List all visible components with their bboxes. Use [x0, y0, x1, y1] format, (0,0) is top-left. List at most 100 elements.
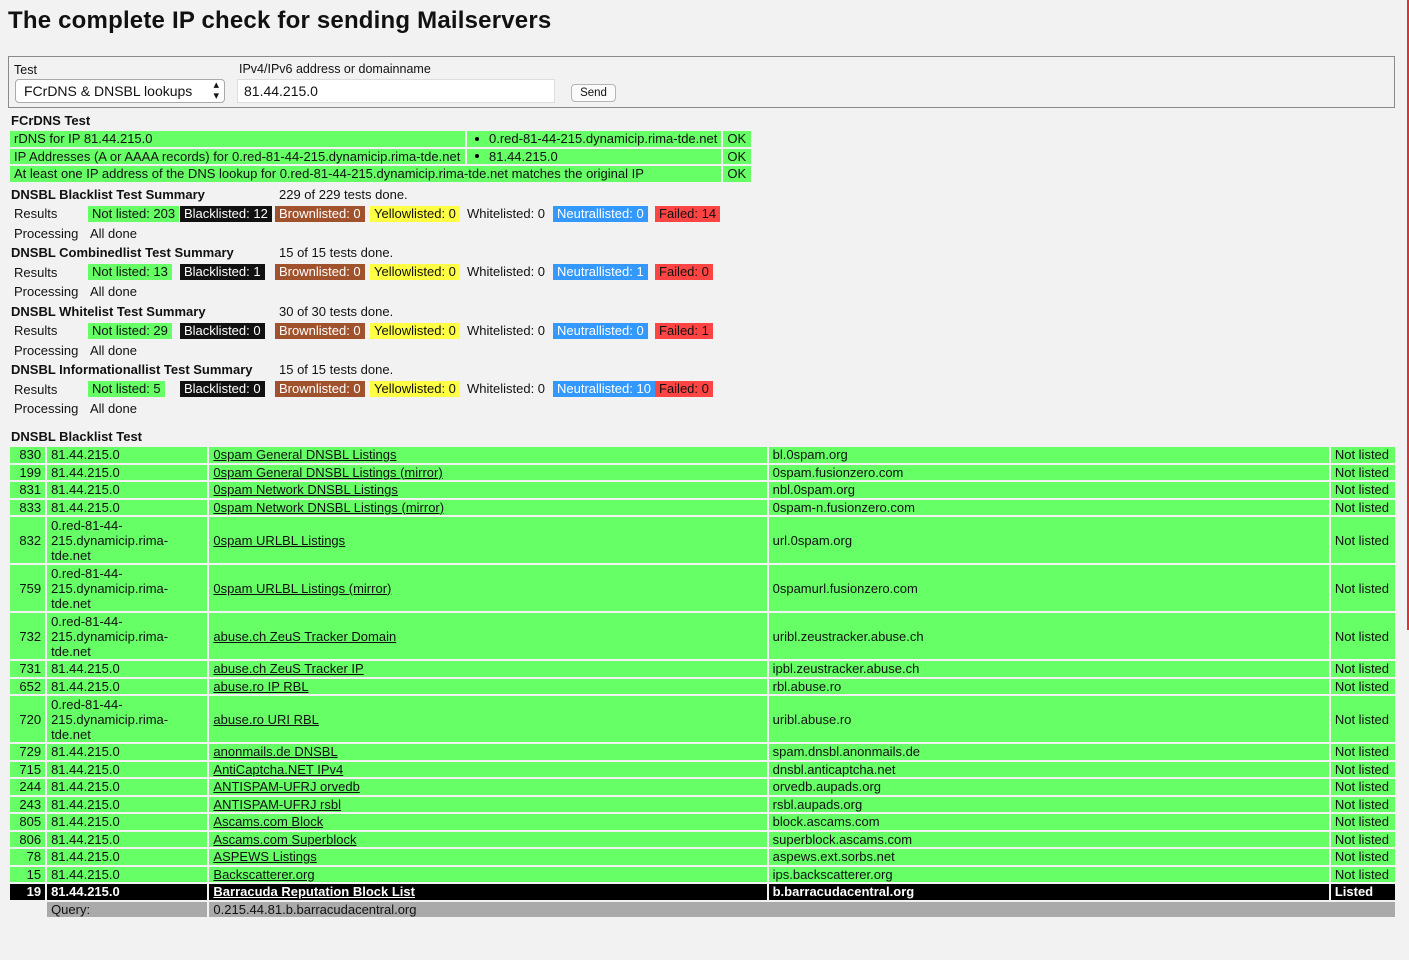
listing-status: Not listed: [1330, 499, 1395, 515]
test-id: 731: [10, 661, 46, 677]
test-id: 78: [10, 849, 46, 865]
queried-host: 81.44.215.0: [47, 482, 208, 498]
queried-host: 81.44.215.0: [47, 814, 208, 830]
listing-status: Not listed: [1330, 678, 1395, 694]
blacklist-link[interactable]: ANTISPAM-UFRJ orvedb: [213, 779, 359, 794]
test-id: 19: [10, 884, 46, 900]
test-id: 833: [10, 499, 46, 515]
blacklist-link-cell: ASPEWS Listings: [209, 849, 767, 865]
test-id: 720: [10, 696, 46, 742]
blacklist-zone: ips.backscatterer.org: [768, 866, 1329, 882]
blacklist-link[interactable]: Ascams.com Block: [213, 814, 323, 829]
blacklist-link[interactable]: abuse.ro URI RBL: [213, 712, 319, 727]
neutrallisted-badge: Neutrallisted: 1: [553, 264, 648, 280]
table-row: 19 81.44.215.0 Barracuda Reputation Block …: [10, 884, 1395, 900]
processing-value: All done: [90, 401, 137, 416]
blacklist-zone: orvedb.aupads.org: [768, 779, 1329, 795]
summary-processing: Processing All done: [8, 399, 753, 419]
test-id: 830: [10, 447, 46, 463]
blacklist-link[interactable]: 0spam URLBL Listings (mirror): [213, 581, 391, 596]
blacklist-link-cell: Ascams.com Superblock: [209, 831, 767, 847]
test-id: 15: [10, 866, 46, 882]
fcrdns-label: At least one IP address of the DNS looku…: [10, 166, 722, 182]
summary-progress: 15 of 15 tests done.: [279, 245, 394, 260]
blacklist-zone: bl.0spam.org: [768, 447, 1329, 463]
blacklist-link[interactable]: 0spam General DNSBL Listings: [213, 447, 396, 462]
test-id: 759: [10, 565, 46, 611]
blacklist-link[interactable]: ASPEWS Listings: [213, 849, 316, 864]
neutrallisted-badge: Neutrallisted: 0: [553, 205, 648, 222]
brownlisted-badge: Brownlisted: 0: [275, 381, 365, 397]
summary-header: DNSBL Combinedlist Test Summary 15 of 15 …: [8, 243, 753, 263]
blacklist-link[interactable]: ANTISPAM-UFRJ rsbl: [213, 797, 341, 812]
blacklist-link[interactable]: 0spam Network DNSBL Listings: [213, 482, 397, 497]
table-row: 15 81.44.215.0 Backscatterer.org ips.backsc…: [10, 866, 1395, 882]
listing-status: Listed: [1330, 884, 1395, 900]
blacklist-link[interactable]: 0spam URLBL Listings: [213, 533, 345, 548]
failed-badge: Failed: 1: [655, 322, 713, 339]
blacklist-link[interactable]: Barracuda Reputation Block List: [213, 884, 415, 899]
address-label: IPv4/IPv6 address or domainname: [239, 62, 431, 76]
summary-title: DNSBL Combinedlist Test Summary: [11, 245, 234, 260]
table-row: 652 81.44.215.0 abuse.ro IP RBL rbl.abuse.r…: [10, 678, 1395, 694]
listing-status: Not listed: [1330, 779, 1395, 795]
blacklist-zone: 0spamurl.fusionzero.com: [768, 565, 1329, 611]
address-input[interactable]: [237, 79, 555, 103]
table-row: 759 0.red-81-44-215.dynamicip.rima-tde.ne…: [10, 565, 1395, 611]
listing-status: Not listed: [1330, 814, 1395, 830]
blacklist-link[interactable]: 0spam General DNSBL Listings (mirror): [213, 465, 442, 480]
brownlisted-badge: Brownlisted: 0: [275, 205, 365, 222]
failed-badge: Failed: 0: [655, 381, 713, 397]
fcrdns-label: IP Addresses (A or AAAA records) for 0.r…: [10, 148, 465, 164]
table-row: 715 81.44.215.0 AntiCaptcha.NET IPv4 dnsbl.…: [10, 761, 1395, 777]
queried-host: 81.44.215.0: [47, 866, 208, 882]
processing-value: All done: [90, 342, 137, 358]
send-button[interactable]: Send: [571, 84, 616, 102]
blacklist-link[interactable]: abuse.ro IP RBL: [213, 679, 308, 694]
fcrdns-row: rDNS for IP 81.44.215.0 0.red-81-44-215.…: [10, 131, 752, 147]
blacklist-link[interactable]: abuse.ch ZeuS Tracker IP: [213, 661, 363, 676]
table-row: 732 0.red-81-44-215.dynamicip.rima-tde.ne…: [10, 613, 1395, 659]
queried-host: 81.44.215.0: [47, 464, 208, 480]
table-row: 729 81.44.215.0 anonmails.de DNSBL spam.dns…: [10, 744, 1395, 760]
table-row: 832 0.red-81-44-215.dynamicip.rima-tde.ne…: [10, 517, 1395, 563]
test-select[interactable]: FCrDNS & DNSBL lookups ▴ ▾: [15, 79, 225, 103]
queried-host: 0.red-81-44-215.dynamicip.rima-tde.net: [47, 517, 208, 563]
blacklist-link[interactable]: AntiCaptcha.NET IPv4: [213, 762, 343, 777]
test-id: 806: [10, 831, 46, 847]
blacklist-title: DNSBL Blacklist Test: [11, 429, 143, 444]
blacklist-link[interactable]: 0spam Network DNSBL Listings (mirror): [213, 500, 444, 515]
blacklist-link[interactable]: Backscatterer.org: [213, 867, 314, 882]
table-row: 243 81.44.215.0 ANTISPAM-UFRJ rsbl rsbl.aup…: [10, 796, 1395, 812]
not-listed-badge: Not listed: 203: [88, 205, 180, 222]
table-row: 833 81.44.215.0 0spam Network DNSBL Listin…: [10, 499, 1395, 515]
blacklist-link-cell: 0spam General DNSBL Listings (mirror): [209, 464, 767, 480]
blacklist-link[interactable]: anonmails.de DNSBL: [213, 744, 337, 759]
table-row: 830 81.44.215.0 0spam General DNSBL Listin…: [10, 447, 1395, 463]
blacklist-link[interactable]: Ascams.com Superblock: [213, 832, 356, 847]
summary-progress: 30 of 30 tests done.: [279, 303, 394, 319]
table-row: 244 81.44.215.0 ANTISPAM-UFRJ orvedb orvedb…: [10, 779, 1395, 795]
test-id: 652: [10, 678, 46, 694]
blacklist-link-cell: 0spam Network DNSBL Listings: [209, 482, 767, 498]
blacklist-zone: 0spam-n.fusionzero.com: [768, 499, 1329, 515]
blacklisted-badge: Blacklisted: 12: [180, 205, 272, 222]
blacklist-link[interactable]: abuse.ch ZeuS Tracker Domain: [213, 629, 396, 644]
queried-host: 81.44.215.0: [47, 884, 208, 900]
blacklist-zone: url.0spam.org: [768, 517, 1329, 563]
queried-host: 81.44.215.0: [47, 796, 208, 812]
summary-progress: 15 of 15 tests done.: [279, 362, 394, 377]
queried-host: 81.44.215.0: [47, 744, 208, 760]
blacklist-table: 830 81.44.215.0 0spam General DNSBL Listin…: [8, 445, 1397, 919]
bullet-icon: [475, 154, 479, 159]
blacklist-zone: superblock.ascams.com: [768, 831, 1329, 847]
summary-header: DNSBL Blacklist Test Summary 229 of 229 t…: [8, 185, 753, 205]
listing-status: Not listed: [1330, 517, 1395, 563]
blacklist-zone: b.barracudacentral.org: [768, 884, 1329, 900]
fcrdns-value: 0.red-81-44-215.dynamicip.rima-tde.net: [467, 131, 722, 147]
fcrdns-label: rDNS for IP 81.44.215.0: [10, 131, 465, 147]
listing-status: Not listed: [1330, 613, 1395, 659]
summary-results: Results Not listed: 5 Blacklisted: 0 Brownl…: [8, 380, 753, 400]
summary-title: DNSBL Informationallist Test Summary: [11, 362, 253, 377]
listing-status: Not listed: [1330, 831, 1395, 847]
